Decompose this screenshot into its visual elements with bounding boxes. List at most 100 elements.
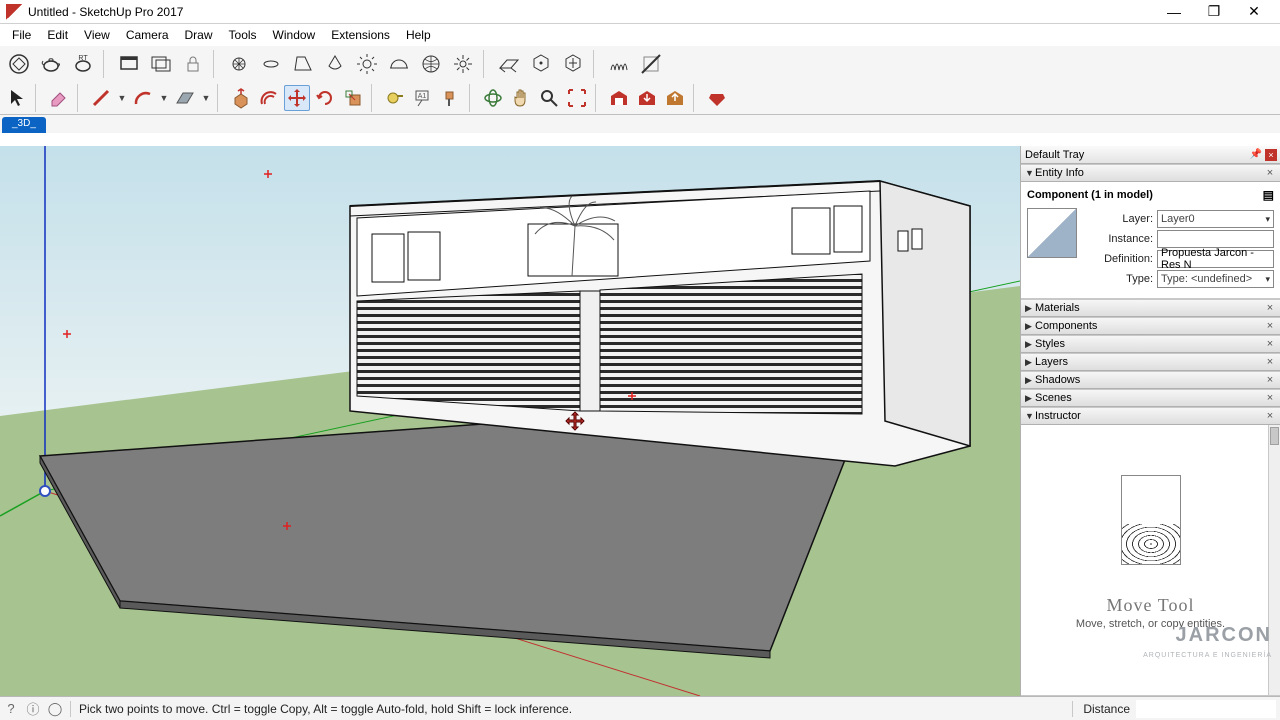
pushpull-tool-icon[interactable]: [228, 85, 254, 111]
arc-dropdown[interactable]: ▼: [158, 93, 170, 103]
component-label: Component (1 in model): [1027, 189, 1153, 201]
menu-window[interactable]: Window: [265, 26, 324, 44]
minimize-button[interactable]: ―: [1154, 0, 1194, 24]
person-icon[interactable]: ◯: [44, 701, 66, 717]
warehouse-get-icon[interactable]: [634, 85, 660, 111]
menu-tools[interactable]: Tools: [221, 26, 265, 44]
move-tool-icon[interactable]: [284, 85, 310, 111]
pan-tool-icon[interactable]: [508, 85, 534, 111]
toolbar-area: RT ▼ ▼ ▼: [0, 46, 1280, 115]
collapse-icon: ▼: [1025, 168, 1035, 178]
frame-buffer-icon[interactable]: [146, 49, 176, 79]
status-bar: ? ⓘ ◯ Pick two points to move. Ctrl = to…: [0, 696, 1280, 720]
definition-field[interactable]: Propuesta Jarcon - Res N: [1157, 250, 1274, 268]
mesh-light-icon[interactable]: [416, 49, 446, 79]
ies-light-icon[interactable]: [320, 49, 350, 79]
tape-tool-icon[interactable]: [382, 85, 408, 111]
info-icon[interactable]: ⓘ: [22, 699, 44, 718]
spot-light-icon[interactable]: [288, 49, 318, 79]
shape-dropdown[interactable]: ▼: [200, 93, 212, 103]
instance-field[interactable]: [1157, 230, 1274, 248]
panel-shadows[interactable]: ▶Shadows×: [1021, 371, 1280, 389]
entity-menu-icon[interactable]: ▤: [1263, 188, 1274, 202]
svg-text:A1: A1: [418, 93, 427, 100]
teapot-icon[interactable]: [36, 49, 66, 79]
scale-tool-icon[interactable]: [340, 85, 366, 111]
proxy-import-icon[interactable]: [558, 49, 588, 79]
select-tool-icon[interactable]: [4, 85, 30, 111]
panel-materials[interactable]: ▶Materials×: [1021, 299, 1280, 317]
app-icon: [6, 4, 22, 20]
panel-components[interactable]: ▶Components×: [1021, 317, 1280, 335]
vray-render-icon[interactable]: [4, 49, 34, 79]
plane-light-icon[interactable]: [256, 49, 286, 79]
eraser-tool-icon[interactable]: [46, 85, 72, 111]
menu-camera[interactable]: Camera: [118, 26, 177, 44]
help-icon[interactable]: ?: [0, 701, 22, 716]
instructor-animation: [1121, 475, 1181, 565]
panel-close-icon[interactable]: ×: [1264, 167, 1276, 179]
sun-icon[interactable]: [352, 49, 382, 79]
default-tray: Default Tray 📌 × ▼ Entity Info × Compone…: [1020, 146, 1280, 696]
rt-render-icon[interactable]: RT: [68, 49, 98, 79]
text-tool-icon[interactable]: A1: [410, 85, 436, 111]
rectangle-tool-icon[interactable]: [172, 85, 198, 111]
distance-label: Distance: [1077, 702, 1136, 716]
tray-title: Default Tray: [1025, 149, 1084, 161]
menubar: File Edit View Camera Draw Tools Window …: [0, 24, 1280, 46]
scene-tabs: _3D_: [0, 115, 1280, 133]
material-swatch[interactable]: [1027, 208, 1077, 258]
watermark-tagline: ARQUITECTURA E INGENIERÍA: [1143, 652, 1272, 659]
instructor-title: Move Tool: [1107, 595, 1195, 616]
pin-icon[interactable]: 📌: [1250, 149, 1262, 160]
tray-header[interactable]: Default Tray 📌 ×: [1021, 146, 1280, 164]
panel-styles[interactable]: ▶Styles×: [1021, 335, 1280, 353]
lock-icon[interactable]: [178, 49, 208, 79]
arc-tool-icon[interactable]: [130, 85, 156, 111]
rotate-tool-icon[interactable]: [312, 85, 338, 111]
titlebar: Untitled - SketchUp Pro 2017 ― ❐ ✕: [0, 0, 1280, 24]
sphere-light-icon[interactable]: [224, 49, 254, 79]
maximize-button[interactable]: ❐: [1194, 0, 1234, 24]
window-title: Untitled - SketchUp Pro 2017: [28, 5, 1154, 19]
viewport-3d[interactable]: [0, 146, 1020, 696]
status-hint: Pick two points to move. Ctrl = toggle C…: [75, 702, 1068, 716]
menu-edit[interactable]: Edit: [39, 26, 76, 44]
infinite-plane-icon[interactable]: [494, 49, 524, 79]
proxy-export-icon[interactable]: [526, 49, 556, 79]
panel-layers[interactable]: ▶Layers×: [1021, 353, 1280, 371]
scene-tab-3d[interactable]: _3D_: [2, 117, 46, 133]
dome-light-icon[interactable]: [384, 49, 414, 79]
line-tool-icon[interactable]: [88, 85, 114, 111]
fur-icon[interactable]: [604, 49, 634, 79]
panel-scenes[interactable]: ▶Scenes×: [1021, 389, 1280, 407]
line-dropdown[interactable]: ▼: [116, 93, 128, 103]
panel-instructor[interactable]: ▼Instructor×: [1021, 407, 1280, 425]
viewport-render-icon[interactable]: [114, 49, 144, 79]
omni-light-icon[interactable]: [448, 49, 478, 79]
orbit-tool-icon[interactable]: [480, 85, 506, 111]
layer-select[interactable]: Layer0: [1157, 210, 1274, 228]
clipper-icon[interactable]: [636, 49, 666, 79]
watermark-brand: JARCON: [1176, 624, 1272, 647]
paint-tool-icon[interactable]: [438, 85, 464, 111]
warehouse-icon[interactable]: [606, 85, 632, 111]
svg-text:RT: RT: [78, 55, 88, 62]
entity-info-body: Component (1 in model) ▤ Layer:Layer0 In…: [1021, 182, 1280, 299]
menu-file[interactable]: File: [4, 26, 39, 44]
ruby-icon[interactable]: [704, 85, 730, 111]
offset-tool-icon[interactable]: [256, 85, 282, 111]
zoom-tool-icon[interactable]: [536, 85, 562, 111]
menu-draw[interactable]: Draw: [177, 26, 221, 44]
panel-entity-info[interactable]: ▼ Entity Info ×: [1021, 164, 1280, 182]
menu-extensions[interactable]: Extensions: [323, 26, 398, 44]
viewport-container: [0, 146, 1020, 696]
type-select[interactable]: Type: <undefined>: [1157, 270, 1274, 288]
menu-view[interactable]: View: [76, 26, 118, 44]
menu-help[interactable]: Help: [398, 26, 439, 44]
zoom-extents-icon[interactable]: [564, 85, 590, 111]
warehouse-share-icon[interactable]: [662, 85, 688, 111]
tray-close-icon[interactable]: ×: [1265, 149, 1277, 161]
close-button[interactable]: ✕: [1234, 0, 1274, 24]
distance-field[interactable]: [1136, 700, 1276, 718]
